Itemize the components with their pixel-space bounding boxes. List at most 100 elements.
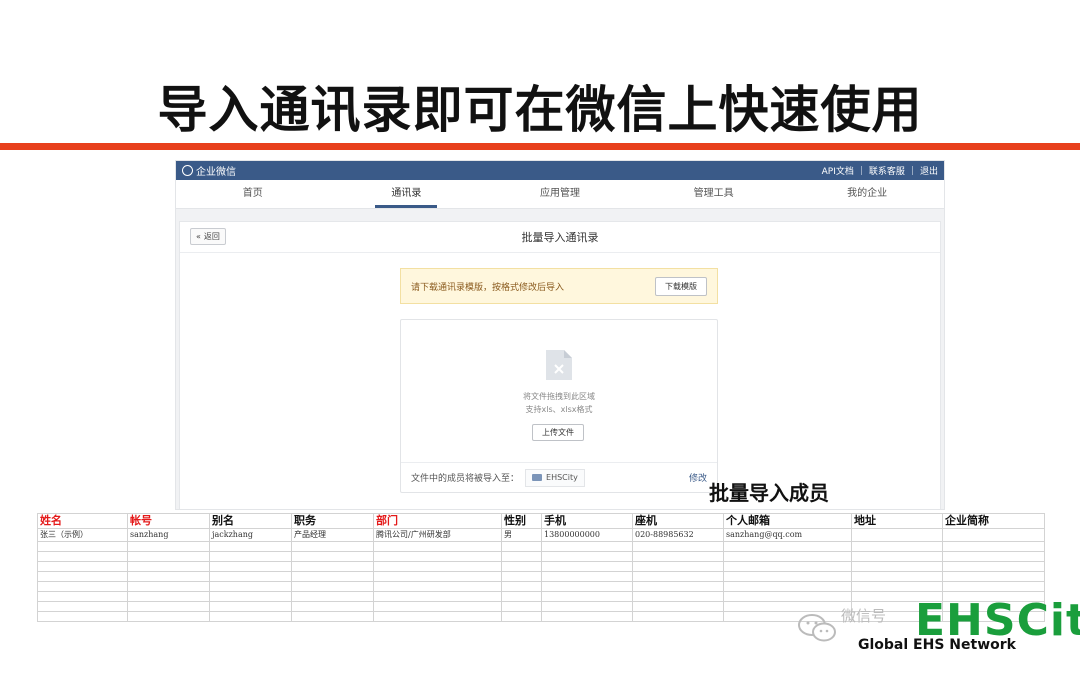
cell[interactable] xyxy=(632,561,724,572)
tab-my-company[interactable]: 我的企业 xyxy=(790,180,944,208)
cell[interactable] xyxy=(37,541,128,552)
cell[interactable] xyxy=(541,591,633,602)
cell[interactable] xyxy=(127,561,210,572)
upload-dropzone[interactable]: 将文件拖拽到此区域 支持xls、xlsx格式 上传文件 文件中的成员将被导入至：… xyxy=(400,319,718,493)
cell[interactable] xyxy=(291,561,374,572)
cell[interactable] xyxy=(723,581,852,592)
cell[interactable] xyxy=(851,561,943,572)
cell[interactable] xyxy=(851,581,943,592)
cell[interactable] xyxy=(942,561,1045,572)
tab-contacts[interactable]: 通讯录 xyxy=(330,180,484,208)
cell[interactable] xyxy=(209,541,292,552)
cell[interactable] xyxy=(541,561,633,572)
cell[interactable] xyxy=(501,571,542,582)
tab-app-management[interactable]: 应用管理 xyxy=(483,180,637,208)
cell[interactable] xyxy=(851,528,943,542)
logout-link[interactable]: 退出 xyxy=(920,164,938,177)
cell[interactable] xyxy=(723,551,852,562)
cell[interactable] xyxy=(37,581,128,592)
cell[interactable] xyxy=(209,601,292,612)
cell[interactable] xyxy=(373,571,502,582)
tab-management-tools[interactable]: 管理工具 xyxy=(637,180,791,208)
download-template-button[interactable]: 下载模版 xyxy=(655,276,707,296)
cell[interactable]: jackzhang xyxy=(209,528,292,542)
cell[interactable] xyxy=(209,571,292,582)
cell[interactable] xyxy=(851,571,943,582)
cell[interactable] xyxy=(373,601,502,612)
cell[interactable] xyxy=(291,601,374,612)
cell[interactable] xyxy=(501,551,542,562)
cell[interactable] xyxy=(541,541,633,552)
cell[interactable] xyxy=(632,591,724,602)
support-link[interactable]: 联系客服 xyxy=(869,164,905,177)
cell[interactable] xyxy=(209,591,292,602)
cell[interactable] xyxy=(723,591,852,602)
cell[interactable]: 产品经理 xyxy=(291,528,374,542)
cell[interactable] xyxy=(373,581,502,592)
cell[interactable] xyxy=(942,528,1045,542)
cell[interactable]: 男 xyxy=(501,528,542,542)
cell[interactable] xyxy=(373,561,502,572)
cell[interactable] xyxy=(501,591,542,602)
cell[interactable] xyxy=(851,551,943,562)
cell[interactable] xyxy=(501,611,542,622)
cell[interactable]: 020-88985632 xyxy=(632,528,724,542)
cell[interactable] xyxy=(37,611,128,622)
cell[interactable] xyxy=(291,551,374,562)
api-docs-link[interactable]: API文档 xyxy=(822,164,854,177)
cell[interactable] xyxy=(209,581,292,592)
tab-home[interactable]: 首页 xyxy=(176,180,330,208)
cell[interactable] xyxy=(37,571,128,582)
cell[interactable] xyxy=(501,601,542,612)
cell[interactable] xyxy=(291,541,374,552)
cell[interactable] xyxy=(632,601,724,612)
cell[interactable] xyxy=(37,601,128,612)
cell[interactable] xyxy=(127,551,210,562)
cell[interactable] xyxy=(209,611,292,622)
cell[interactable] xyxy=(209,551,292,562)
cell[interactable] xyxy=(942,581,1045,592)
cell[interactable] xyxy=(541,611,633,622)
cell[interactable] xyxy=(373,611,502,622)
cell[interactable]: sanzhang@qq.com xyxy=(723,528,852,542)
cell[interactable] xyxy=(723,571,852,582)
cell[interactable]: 13800000000 xyxy=(541,528,633,542)
cell[interactable] xyxy=(127,581,210,592)
cell[interactable] xyxy=(209,561,292,572)
cell[interactable] xyxy=(373,591,502,602)
cell[interactable] xyxy=(373,551,502,562)
cell[interactable] xyxy=(723,561,852,572)
cell[interactable] xyxy=(291,591,374,602)
cell[interactable] xyxy=(501,561,542,572)
cell[interactable]: 张三（示例） xyxy=(37,528,128,542)
upload-file-button[interactable]: 上传文件 xyxy=(532,424,584,441)
cell[interactable]: sanzhang xyxy=(127,528,210,542)
cell[interactable] xyxy=(942,571,1045,582)
cell[interactable] xyxy=(541,571,633,582)
cell[interactable] xyxy=(501,541,542,552)
cell[interactable] xyxy=(37,551,128,562)
cell[interactable] xyxy=(37,591,128,602)
cell[interactable] xyxy=(291,571,374,582)
cell[interactable] xyxy=(632,541,724,552)
cell[interactable] xyxy=(127,541,210,552)
cell[interactable] xyxy=(632,611,724,622)
cell[interactable] xyxy=(851,541,943,552)
cell[interactable] xyxy=(632,551,724,562)
cell[interactable] xyxy=(632,571,724,582)
modify-link[interactable]: 修改 xyxy=(689,471,707,484)
back-button[interactable]: « 返回 xyxy=(190,228,226,245)
cell[interactable] xyxy=(541,581,633,592)
cell[interactable] xyxy=(723,541,852,552)
cell[interactable] xyxy=(37,561,128,572)
cell[interactable] xyxy=(127,601,210,612)
cell[interactable] xyxy=(291,581,374,592)
cell[interactable] xyxy=(942,541,1045,552)
cell[interactable] xyxy=(501,581,542,592)
cell[interactable] xyxy=(942,551,1045,562)
cell[interactable] xyxy=(541,601,633,612)
cell[interactable]: 腾讯公司/广州研发部 xyxy=(373,528,502,542)
cell[interactable] xyxy=(541,551,633,562)
cell[interactable] xyxy=(291,611,374,622)
cell[interactable] xyxy=(127,611,210,622)
